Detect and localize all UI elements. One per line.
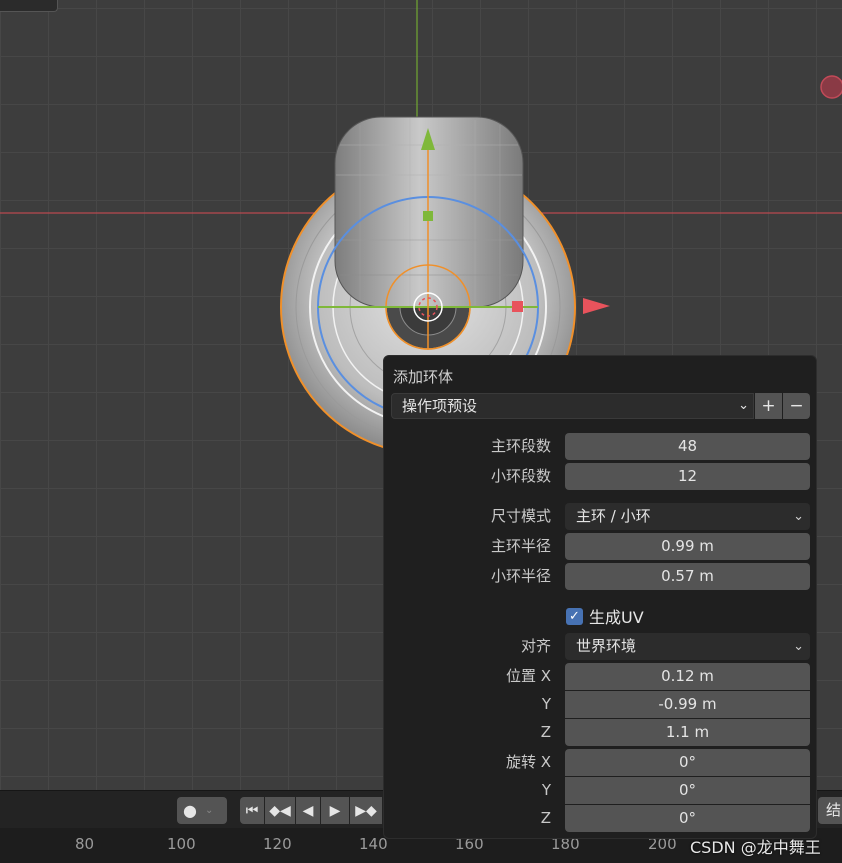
gizmo-x-arrow — [583, 298, 610, 314]
minor-radius-label: 小环半径 — [490, 567, 551, 585]
gizmo-y-box — [423, 211, 433, 221]
add-torus-panel: 添加环体 操作项预设 ⌄ + − 主环段数 48 小环段数 12 尺寸模式 主环… — [383, 355, 817, 839]
rotation-y-field[interactable]: 0° — [565, 777, 810, 804]
plus-icon: + — [761, 396, 776, 416]
navigation-gizmo-x-ball — [820, 75, 842, 99]
record-button[interactable]: ● ⌄ — [177, 797, 227, 824]
tick-label: 120 — [263, 835, 292, 853]
add-preset-button[interactable]: + — [755, 393, 782, 419]
chevron-down-icon: ⌄ — [738, 398, 749, 413]
timeline-end-field[interactable]: 结 — [818, 797, 842, 824]
minor-segments-label: 小环段数 — [490, 467, 551, 485]
location-z-field[interactable]: 1.1 m — [565, 719, 810, 746]
jump-start-icon: ⏮ — [245, 802, 259, 819]
generate-uv-checkbox[interactable]: ✓ — [566, 608, 583, 625]
dimensions-mode-dropdown[interactable]: 主环 / 小环 ⌄ — [565, 503, 810, 530]
rotation-x-field[interactable]: 0° — [565, 749, 810, 776]
minor-radius-field[interactable]: 0.57 m — [565, 563, 810, 590]
prev-keyframe-icon: ◆◀ — [269, 802, 291, 819]
chevron-down-icon: ⌄ — [793, 639, 804, 654]
major-radius-label: 主环半径 — [490, 537, 551, 555]
rotation-y-label: Y — [541, 781, 551, 799]
dimensions-mode-label: 尺寸模式 — [490, 507, 551, 525]
generate-uv-label[interactable]: 生成UV — [589, 604, 644, 628]
play-reverse-icon: ◀ — [302, 802, 314, 819]
play-reverse-button[interactable]: ◀ — [296, 797, 320, 824]
play-button[interactable]: ▶ — [321, 797, 349, 824]
location-z-label: Z — [540, 723, 551, 741]
location-x-field[interactable]: 0.12 m — [565, 663, 810, 690]
gizmo-x-box — [512, 301, 523, 312]
chevron-down-icon: ⌄ — [793, 509, 804, 524]
align-value: 世界环境 — [576, 637, 637, 655]
minus-icon: − — [789, 396, 804, 416]
align-dropdown[interactable]: 世界环境 ⌄ — [565, 633, 810, 660]
panel-title: 添加环体 — [393, 368, 454, 386]
tick-label: 80 — [75, 835, 95, 853]
prev-keyframe-button[interactable]: ◆◀ — [265, 797, 295, 824]
major-segments-field[interactable]: 48 — [565, 433, 810, 460]
operator-preset-dropdown[interactable]: 操作项预设 ⌄ — [391, 393, 754, 419]
rotation-z-field[interactable]: 0° — [565, 805, 810, 832]
remove-preset-button[interactable]: − — [783, 393, 810, 419]
major-segments-label: 主环段数 — [490, 437, 551, 455]
preset-row: 操作项预设 ⌄ + − — [391, 393, 810, 419]
major-radius-field[interactable]: 0.99 m — [565, 533, 810, 560]
dimensions-mode-value: 主环 / 小环 — [576, 507, 651, 525]
preset-label: 操作项预设 — [402, 397, 478, 415]
minor-segments-field[interactable]: 12 — [565, 463, 810, 490]
align-label: 对齐 — [520, 637, 551, 655]
record-icon: ● — [183, 801, 197, 820]
rotation-x-label: 旋转 X — [505, 753, 551, 771]
tick-label: 100 — [167, 835, 196, 853]
location-y-field[interactable]: -0.99 m — [565, 691, 810, 718]
tick-label: 140 — [359, 835, 388, 853]
rotation-z-label: Z — [540, 809, 551, 827]
location-x-label: 位置 X — [505, 667, 551, 685]
checkmark-icon: ✓ — [569, 609, 580, 624]
location-y-label: Y — [541, 695, 551, 713]
jump-start-button[interactable]: ⏮ — [240, 797, 264, 824]
play-icon: ▶ — [329, 802, 341, 819]
next-keyframe-button[interactable]: ▶◆ — [350, 797, 382, 824]
next-keyframe-icon: ▶◆ — [355, 802, 377, 819]
chevron-down-icon: ⌄ — [204, 805, 214, 816]
